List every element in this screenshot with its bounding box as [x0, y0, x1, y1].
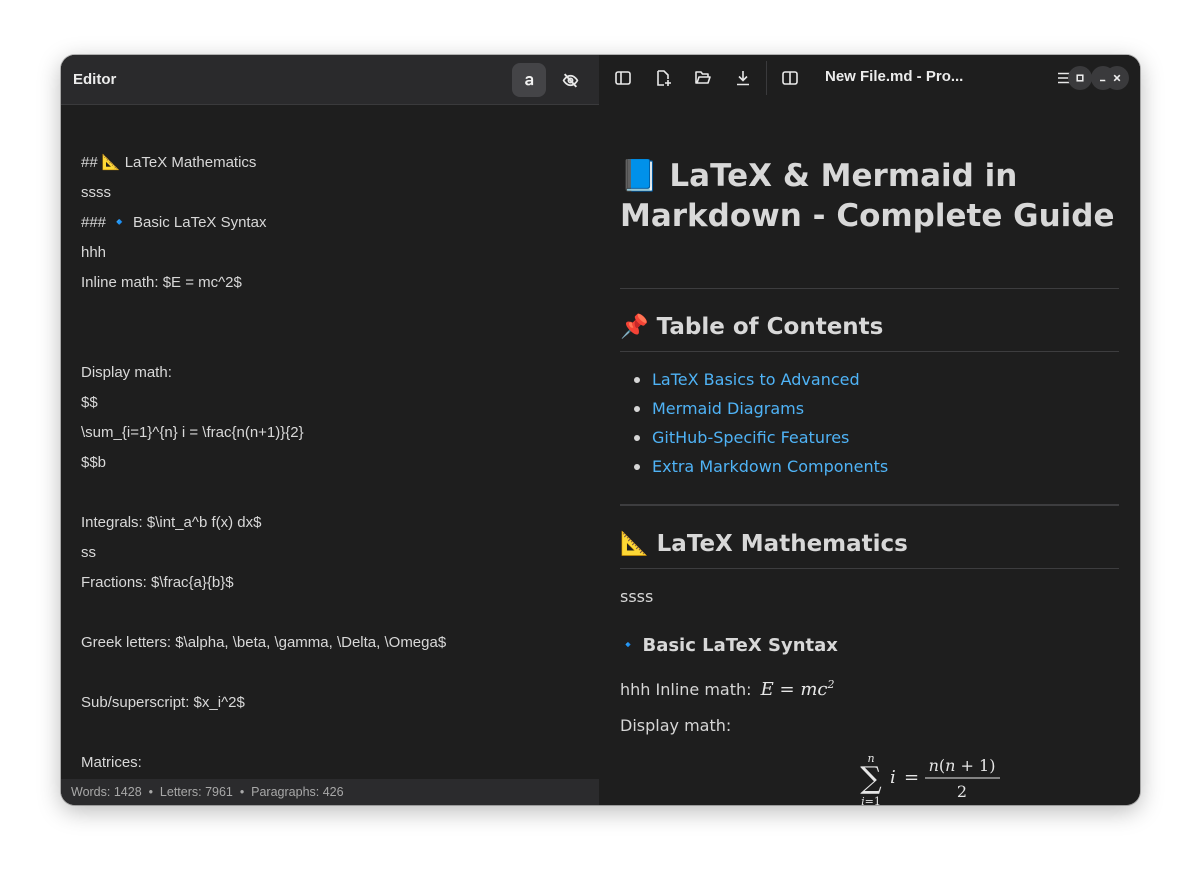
- open-folder-icon: [695, 71, 711, 84]
- font-style-button[interactable]: [512, 63, 546, 97]
- h2-underline: [620, 351, 1119, 352]
- editor-line: Matrices:: [81, 754, 142, 771]
- app-window: Editor ## 📐 LaTeX Mathematics ssss ### 🔹…: [61, 55, 1140, 805]
- editor-line: ss: [81, 544, 96, 561]
- inline-equation: E = mc2: [760, 678, 835, 700]
- download-button[interactable]: [726, 62, 760, 94]
- maximize-button[interactable]: [1068, 66, 1092, 90]
- new-file-button[interactable]: [646, 62, 680, 94]
- svg-text:i: i: [890, 767, 896, 788]
- editor-line: ssss: [81, 184, 111, 201]
- toolbar-divider: [766, 61, 767, 95]
- editor-title: Editor: [73, 71, 117, 88]
- markdown-preview: 📘 LaTeX & Mermaid in Markdown - Complete…: [599, 101, 1140, 805]
- book-emoji: 📘: [620, 158, 659, 194]
- editor-line: \sum_{i=1}^{n} i = \frac{n(n+1)}{2}: [81, 424, 304, 441]
- editor-pane: Editor ## 📐 LaTeX Mathematics ssss ### 🔹…: [61, 55, 599, 805]
- editor-line: $$b: [81, 454, 107, 471]
- editor-line: ## 📐 LaTeX Mathematics: [81, 154, 257, 171]
- markdown-editor[interactable]: ## 📐 LaTeX Mathematics ssss ### 🔹 Basic …: [61, 106, 599, 779]
- sidebar-toggle-button[interactable]: [606, 62, 640, 94]
- editor-line: $$: [81, 394, 98, 411]
- svg-text:∑: ∑: [860, 761, 882, 796]
- math-heading: 📐 LaTeX Mathematics: [620, 531, 908, 557]
- open-file-button[interactable]: [686, 62, 720, 94]
- basic-syntax-heading: 🔹 Basic LaTeX Syntax: [620, 634, 838, 658]
- editor-line: Display math:: [81, 364, 172, 381]
- toolbar: New File.md - Pro...: [599, 55, 1140, 101]
- split-view-icon: [782, 71, 798, 85]
- list-item: Mermaid Diagrams: [632, 394, 888, 423]
- diamond-emoji: 🔹: [620, 638, 637, 653]
- split-view-button[interactable]: [773, 62, 807, 94]
- svg-text:i=1: i=1: [861, 795, 881, 805]
- editor-line: hhh: [81, 244, 107, 261]
- font-style-icon: [524, 75, 533, 85]
- h3-text: Basic LaTeX Syntax: [642, 635, 838, 656]
- editor-line: Sub/superscript: $x_i^2$: [81, 694, 245, 711]
- preview-pane: New File.md - Pro... 📘 LaTeX & Mermaid i…: [599, 55, 1140, 805]
- new-file-icon: [657, 70, 671, 86]
- editor-line: Fractions: $\frac{a}{b}$: [81, 574, 234, 591]
- close-icon: [1113, 74, 1121, 82]
- horizontal-rule: [620, 504, 1119, 506]
- svg-text:=: =: [904, 767, 919, 788]
- display-equation: n ∑ i=1 i = n(n + 1) 2: [860, 752, 1000, 805]
- h1-text: LaTeX & Mermaid in Markdown - Complete G…: [620, 158, 1115, 234]
- editor-line: ### 🔹 Basic LaTeX Syntax: [81, 214, 267, 231]
- svg-text:2: 2: [957, 782, 967, 801]
- close-button[interactable]: [1105, 66, 1129, 90]
- toc-link[interactable]: LaTeX Basics to Advanced: [652, 370, 860, 389]
- maximize-icon: [1076, 74, 1084, 82]
- download-icon: [737, 71, 749, 86]
- editor-header: Editor: [61, 55, 599, 105]
- toc-list: LaTeX Basics to Advanced Mermaid Diagram…: [632, 365, 888, 481]
- sidebar-toggle-icon: [615, 71, 631, 85]
- editor-line: Integrals: $\int_a^b f(x) dx$: [81, 514, 262, 531]
- editor-line: Inline math: $E = mc^2$: [81, 274, 242, 291]
- editor-line: Greek letters: $\alpha, \beta, \gamma, \…: [81, 634, 447, 651]
- toc-link[interactable]: Extra Markdown Components: [652, 457, 888, 476]
- list-item: Extra Markdown Components: [632, 452, 888, 481]
- inline-math-paragraph: hhh Inline math: E = mc2: [620, 674, 834, 701]
- list-item: GitHub-Specific Features: [632, 423, 888, 452]
- toc-link[interactable]: GitHub-Specific Features: [652, 428, 849, 447]
- h1-underline: [620, 288, 1119, 289]
- toc-heading: 📌 Table of Contents: [620, 314, 884, 340]
- svg-text:n(n + 1): n(n + 1): [929, 756, 996, 775]
- paragraph: ssss: [620, 587, 654, 606]
- list-item: LaTeX Basics to Advanced: [632, 365, 888, 394]
- preview-h1: 📘 LaTeX & Mermaid in Markdown - Complete…: [620, 156, 1120, 236]
- eye-off-icon: [562, 72, 578, 88]
- toc-link[interactable]: Mermaid Diagrams: [652, 399, 804, 418]
- hide-preview-button[interactable]: [553, 63, 587, 97]
- inline-math-label: hhh Inline math:: [620, 680, 752, 699]
- h2-underline: [620, 568, 1119, 569]
- display-math-label: Display math:: [620, 716, 732, 735]
- status-bar: Words: 1428 • Letters: 7961 • Paragraphs…: [61, 779, 599, 805]
- document-title: New File.md - Pro...: [825, 68, 964, 85]
